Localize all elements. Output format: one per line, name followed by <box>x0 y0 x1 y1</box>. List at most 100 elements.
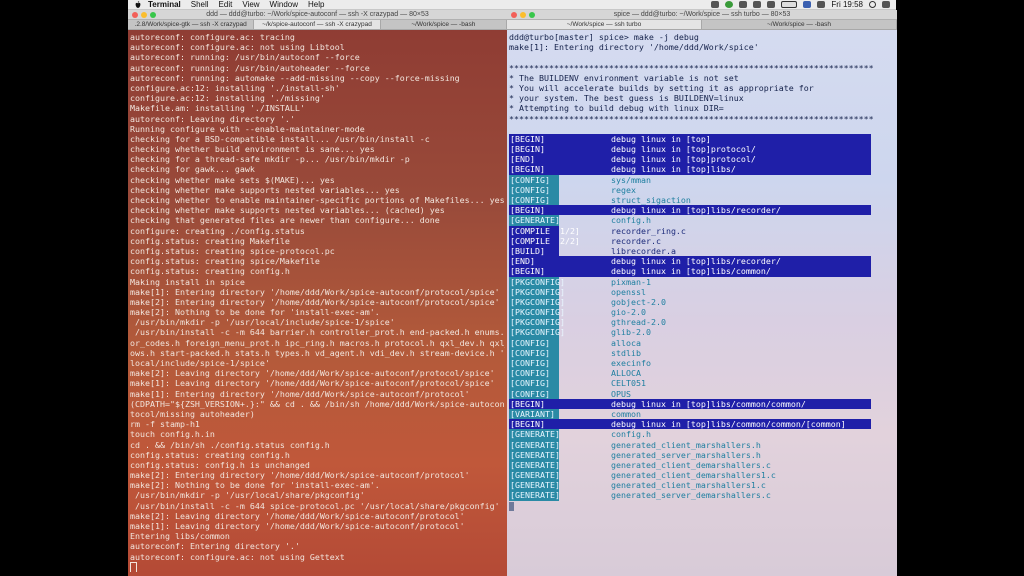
right-terminal-output[interactable]: ddd@turbo[master] spice> make -j debug m… <box>509 32 895 576</box>
left-window-title: ddd — ddd@turbo: ~/Work/spice-autoconf —… <box>206 11 429 18</box>
build-log-row: [BEGIN] debug linux in [top]libs/common/c… <box>509 419 895 430</box>
right-terminal-window[interactable]: spice — ddd@turbo: ~/Work/spice — ssh tu… <box>507 10 897 576</box>
warning-line: * Attempting to build debug with linux D… <box>509 103 724 114</box>
build-step-message: common <box>611 408 641 419</box>
right-window-title: spice — ddd@turbo: ~/Work/spice — ssh tu… <box>613 11 791 18</box>
build-step-message: struct_sigaction <box>611 195 691 205</box>
build-log-row: [CONFIG] execinfo <box>509 358 895 369</box>
zoom-icon[interactable] <box>150 12 156 18</box>
build-step-tag: [PKGCONFIG] <box>509 307 565 318</box>
wifi-icon[interactable] <box>753 1 762 8</box>
build-log-row: [END] debug linux in [top]libs/recorder/ <box>509 256 895 267</box>
volume-icon[interactable] <box>767 1 776 8</box>
terminal-line: Making install in spice <box>130 276 245 287</box>
terminal-cursor <box>509 501 514 511</box>
terminal-line: /usr/bin/mkdir -p '/usr/local/share/pkgc… <box>130 490 365 501</box>
terminal-line: make[1]: Entering directory '/home/ddd/W… <box>130 388 470 399</box>
close-icon[interactable] <box>132 12 138 18</box>
build-step-tag: [END] <box>509 154 559 165</box>
left-terminal-window[interactable]: ddd — ddd@turbo: ~/Work/spice-autoconf —… <box>128 10 507 576</box>
build-step-tag: [GENERATE] <box>509 480 560 491</box>
build-step-message: debug linux in [top]protocol/ <box>559 144 871 155</box>
build-step-message: generated_client_marshallers1.c <box>611 480 766 491</box>
terminal-line: checking for a BSD-compatible install...… <box>130 133 430 144</box>
terminal-line: checking whether make supports nested va… <box>130 184 400 195</box>
tab-spice-autoconf[interactable]: ~/k/spice-autoconf — ssh -X crazypad <box>254 20 381 29</box>
spotlight-search-icon[interactable] <box>869 1 876 8</box>
tab-spice-gtk[interactable]: .2.8/Work/spice-gtk — ssh -X crazypad <box>128 20 255 29</box>
build-step-message: ALLOCA <box>611 368 641 379</box>
tab-spice-ssh-turbo[interactable]: ~/Work/spice — ssh turbo <box>507 20 702 29</box>
right-tab-bar: ~/Work/spice — ssh turbo ~/Work/spice — … <box>507 20 897 30</box>
menu-edit[interactable]: Edit <box>219 0 233 9</box>
menu-window[interactable]: Window <box>270 0 298 9</box>
make-entering-line: make[1]: Entering directory '/home/ddd/W… <box>509 42 759 53</box>
status-green-icon[interactable] <box>725 1 734 8</box>
build-log-row: [GENERATE] generated_client_marshallers.h <box>509 439 895 450</box>
terminal-line: config.status: creating Makefile <box>130 235 290 246</box>
notification-center-icon[interactable] <box>882 1 890 8</box>
build-log-row: [BEGIN] debug linux in [top]libs/common/c… <box>509 398 895 409</box>
app-menu-terminal[interactable]: Terminal <box>148 0 181 9</box>
terminal-line: checking for a thread-safe mkdir -p... /… <box>130 154 410 165</box>
terminal-line: config.status: creating spice/Makefile <box>130 256 320 267</box>
menu-shell[interactable]: Shell <box>191 0 209 9</box>
window-controls <box>511 12 538 18</box>
dropbox-icon[interactable] <box>711 1 720 8</box>
build-step-tag: [GENERATE] <box>509 490 560 501</box>
build-log-row: [GENERATE] generated_client_marshallers1.… <box>509 480 895 491</box>
status-area: Fri 19:58 <box>711 0 896 9</box>
close-icon[interactable] <box>511 12 517 18</box>
terminal-cursor <box>130 561 137 572</box>
warning-line: * You will accelerate builds by setting … <box>509 82 814 93</box>
terminal-line: checking for gawk... gawk <box>130 164 255 175</box>
build-step-tag: [CONFIG] <box>509 378 559 389</box>
build-step-tag: [CONFIG] <box>509 347 559 358</box>
build-step-message: recorder_ring.c <box>611 225 686 236</box>
terminal-line: rm -f stamp-h1 <box>130 419 200 430</box>
minimize-icon[interactable] <box>520 12 526 18</box>
terminal-line: /usr/bin/install -c -m 644 spice-protoco… <box>130 500 500 511</box>
build-step-tag: [BUILD] <box>509 245 559 257</box>
build-step-tag: [CONFIG] <box>509 184 559 195</box>
menu-help[interactable]: Help <box>308 0 324 9</box>
zoom-icon[interactable] <box>529 12 535 18</box>
clock[interactable]: Fri 19:58 <box>831 0 863 9</box>
left-title-bar[interactable]: ddd — ddd@turbo: ~/Work/spice-autoconf —… <box>128 10 507 20</box>
minimize-icon[interactable] <box>141 12 147 18</box>
warning-line: * your system. The best guess is BUILDEN… <box>509 93 744 104</box>
build-step-tag: [GENERATE] <box>509 449 560 460</box>
build-log-row: [CONFIG] OPUS <box>509 388 895 399</box>
terminal-line: autoreconf: configure.ac: tracing <box>130 32 295 42</box>
build-log-row: [BEGIN] debug linux in [top]protocol/ <box>509 144 895 155</box>
battery-icon[interactable] <box>781 1 798 8</box>
build-step-message: generated_client_demarshallers1.c <box>611 470 776 481</box>
tab-spice-bash[interactable]: ~/Work/spice — -bash <box>381 20 507 29</box>
terminal-line: cd . && /bin/sh ./config.status config.h <box>130 439 330 450</box>
menu-view[interactable]: View <box>242 0 259 9</box>
window-controls <box>132 12 159 18</box>
build-log-row: [BEGIN] debug linux in [top]libs/recorder… <box>509 205 895 216</box>
user-icon[interactable] <box>817 1 826 8</box>
build-log: [BEGIN] debug linux in [top] [BEGIN] debug … <box>509 133 895 501</box>
build-log-row: [CONFIG] ALLOCA <box>509 368 895 379</box>
left-terminal-output[interactable]: autoreconf: configure.ac: tracing autorec… <box>130 32 505 576</box>
build-log-row: [END] debug linux in [top]protocol/ <box>509 154 895 165</box>
build-step-tag: [CONFIG] <box>509 388 559 399</box>
terminal-line: local/include/spice-1/spice' <box>130 358 270 368</box>
bluetooth-icon[interactable] <box>739 1 748 8</box>
build-step-tag: [PKGCONFIG] <box>509 286 565 297</box>
apple-icon[interactable] <box>134 0 142 9</box>
build-step-tag: [BEGIN] <box>509 144 559 155</box>
build-step-message: sys/mman <box>611 174 651 185</box>
terminal-line: make[2]: Entering directory '/home/ddd/W… <box>130 296 500 307</box>
terminal-line: checking whether build environment is sa… <box>130 144 375 155</box>
build-log-row: [BUILD] librecorder.a <box>509 245 895 257</box>
tab-spice-bash-local[interactable]: ~/Work/spice — -bash <box>702 20 897 29</box>
build-log-row: [COMPILE 2/2] recorder.c <box>509 235 895 246</box>
right-title-bar[interactable]: spice — ddd@turbo: ~/Work/spice — ssh tu… <box>507 10 897 20</box>
build-step-message: OPUS <box>611 388 631 399</box>
terminal-line: configure.ac:12: installing './missing' <box>130 93 325 104</box>
input-flag-icon[interactable] <box>803 1 812 8</box>
build-step-tag: [GENERATE] <box>509 439 560 450</box>
